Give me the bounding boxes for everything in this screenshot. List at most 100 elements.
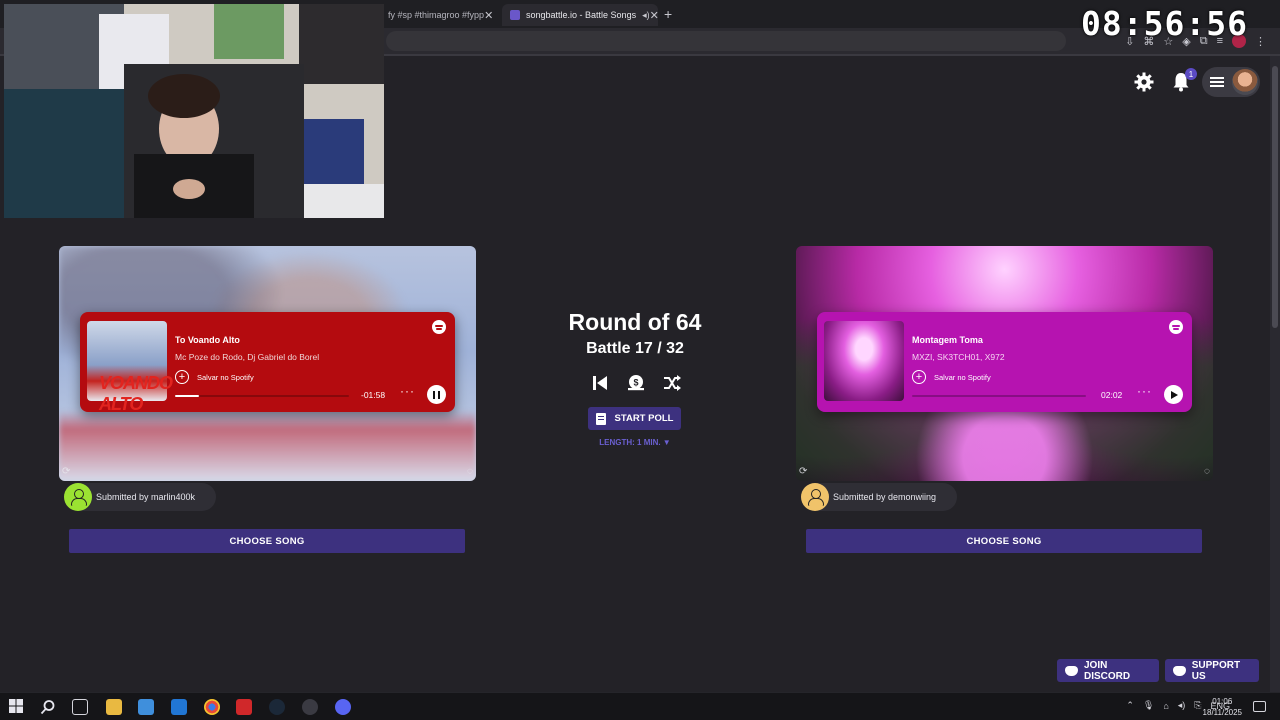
left-choose-song-button[interactable]: CHOOSE SONG	[69, 529, 465, 553]
page-scrollbar[interactable]	[1270, 56, 1280, 692]
pause-button[interactable]	[427, 385, 446, 404]
round-title: Round of 64	[568, 309, 702, 335]
left-song-card: VOANDO ALTO To Voando Alto Mc Poze do Ro…	[59, 246, 476, 481]
refresh-icon[interactable]: ⟳	[799, 466, 807, 477]
poll-length-dropdown[interactable]: LENGTH: 1 MIN. ▼	[570, 438, 700, 447]
right-track-duration: 02:02	[1101, 390, 1123, 400]
hide-icon[interactable]: ◌	[467, 466, 473, 477]
add-circle-icon: +	[912, 370, 926, 384]
left-song-title: To Voando Alto	[175, 335, 240, 345]
songbattle-favicon-icon	[510, 10, 520, 20]
tab-title: fy #sp #thimagroo #fypp	[388, 10, 485, 20]
notification-center-icon[interactable]	[1253, 701, 1266, 712]
discord-taskbar-icon[interactable]	[335, 699, 351, 715]
left-song-artist: Mc Poze do Rodo, Dj Gabriel do Borel	[175, 352, 320, 362]
right-spotify-player: Montagem Toma MXZI, SK3TCH01, X972 + Sal…	[817, 312, 1192, 412]
right-song-artist: MXZI, SK3TCH01, X972	[912, 352, 1005, 362]
right-submitter-text: Submitted by demonwiing	[833, 492, 937, 502]
usb-icon[interactable]: ⎘	[1194, 700, 1201, 711]
kebab-menu-icon[interactable]: ⋮	[1255, 35, 1266, 48]
taskbar-clock[interactable]: 01:06 18/11/2025	[1203, 696, 1242, 718]
webcam-image	[4, 4, 384, 218]
battle-counter: Battle 17 / 32	[586, 340, 684, 357]
left-progress-bar[interactable]	[175, 395, 349, 397]
store-icon[interactable]	[138, 699, 154, 715]
play-icon	[1171, 390, 1178, 399]
hide-icon[interactable]: ◌	[1204, 466, 1210, 477]
url-input[interactable]	[386, 31, 1066, 51]
webcam-overlay	[4, 4, 384, 218]
previous-battle-icon[interactable]	[590, 373, 610, 393]
join-discord-button[interactable]: JOIN DISCORD	[1057, 659, 1159, 682]
more-options-icon[interactable]: ···	[1137, 384, 1152, 398]
steam-icon[interactable]	[269, 699, 285, 715]
right-choose-song-button[interactable]: CHOOSE SONG	[806, 529, 1202, 553]
chrome-icon[interactable]	[204, 699, 220, 715]
right-song-title: Montagem Toma	[912, 335, 983, 345]
left-save-spotify-button[interactable]: + Salvar no Spotify	[175, 370, 254, 384]
right-submitter-badge: Submitted by demonwiing	[801, 483, 957, 511]
user-menu-button[interactable]	[1202, 67, 1260, 97]
support-us-button[interactable]: SUPPORT US	[1165, 659, 1259, 682]
support-us-label: SUPPORT US	[1191, 659, 1241, 682]
left-cover-text: VOANDO ALTO	[99, 373, 173, 414]
browser-tab-active[interactable]: songbattle.io - Battle Songs ◂) ✕	[502, 4, 658, 26]
outlook-icon[interactable]	[171, 699, 187, 715]
twitch-icon	[1173, 665, 1186, 676]
microphone-icon[interactable]: 🎙	[1143, 700, 1154, 711]
left-submitter-text: Submitted by marlin400k	[96, 492, 196, 502]
tab-title: songbattle.io - Battle Songs	[526, 10, 637, 20]
add-circle-icon: +	[175, 370, 189, 384]
taskbar-date: 18/11/2025	[1202, 708, 1242, 717]
right-save-spotify-button[interactable]: + Salvar no Spotify	[912, 370, 991, 384]
obs-icon[interactable]	[302, 699, 318, 715]
task-view-icon[interactable]	[72, 699, 88, 715]
settings-gear-icon[interactable]	[1134, 72, 1154, 92]
scrollbar-thumb[interactable]	[1272, 66, 1278, 328]
close-tab-icon[interactable]: ✕	[484, 9, 493, 22]
battle-controls: $	[590, 373, 682, 393]
shuffle-icon[interactable]	[662, 373, 682, 393]
spotify-logo-icon[interactable]	[432, 320, 446, 334]
file-explorer-icon[interactable]	[106, 699, 122, 715]
left-submitter-badge: Submitted by marlin400k	[64, 483, 216, 511]
taskbar-time: 01:06	[1212, 697, 1233, 706]
overlay-clock: 08:56:56	[1081, 4, 1248, 43]
join-discord-label: JOIN DISCORD	[1083, 659, 1131, 682]
user-avatar-icon	[801, 483, 829, 511]
notification-badge: 1	[1185, 68, 1197, 80]
right-song-card: Montagem Toma MXZI, SK3TCH01, X972 + Sal…	[796, 246, 1213, 481]
close-tab-icon[interactable]: ✕	[650, 9, 658, 22]
hamburger-menu-icon	[1210, 77, 1224, 87]
windows-taskbar: ⌃ 🎙 ⌂ ◂) ⎘ ENG 01:06 18/11/2025	[0, 692, 1280, 720]
left-time-remaining: -01:58	[361, 390, 386, 400]
left-spotify-player: VOANDO ALTO To Voando Alto Mc Poze do Ro…	[80, 312, 455, 414]
save-label: Salvar no Spotify	[197, 372, 254, 382]
pause-icon	[433, 390, 440, 399]
volume-icon[interactable]: ◂)	[1178, 700, 1186, 711]
poll-document-icon	[595, 412, 606, 425]
left-album-cover: VOANDO ALTO	[87, 321, 173, 414]
right-progress-bar[interactable]	[912, 395, 1086, 397]
right-album-cover	[824, 321, 904, 401]
network-icon[interactable]: ⌂	[1163, 701, 1168, 711]
start-poll-button[interactable]: START POLL	[588, 407, 681, 430]
new-tab-icon[interactable]: +	[664, 6, 672, 22]
voicemeeter-icon[interactable]	[236, 699, 252, 715]
browser-tab[interactable]: fy #sp #thimagroo #fypp ✕	[380, 4, 500, 26]
svg-text:$: $	[633, 378, 638, 388]
windows-start-icon[interactable]	[9, 699, 25, 715]
coin-icon[interactable]: $	[626, 373, 646, 393]
more-options-icon[interactable]: ···	[400, 384, 415, 398]
search-icon[interactable]	[40, 699, 56, 715]
play-button[interactable]	[1164, 385, 1183, 404]
refresh-icon[interactable]: ⟳	[62, 466, 70, 477]
user-avatar-icon	[64, 483, 92, 511]
discord-icon	[1065, 665, 1078, 676]
save-label: Salvar no Spotify	[934, 372, 991, 382]
start-poll-label: START POLL	[614, 413, 674, 424]
spotify-logo-icon[interactable]	[1169, 320, 1183, 334]
user-avatar	[1232, 69, 1258, 95]
chevron-up-icon[interactable]: ⌃	[1126, 700, 1134, 711]
speaker-icon[interactable]: ◂)	[642, 10, 650, 21]
